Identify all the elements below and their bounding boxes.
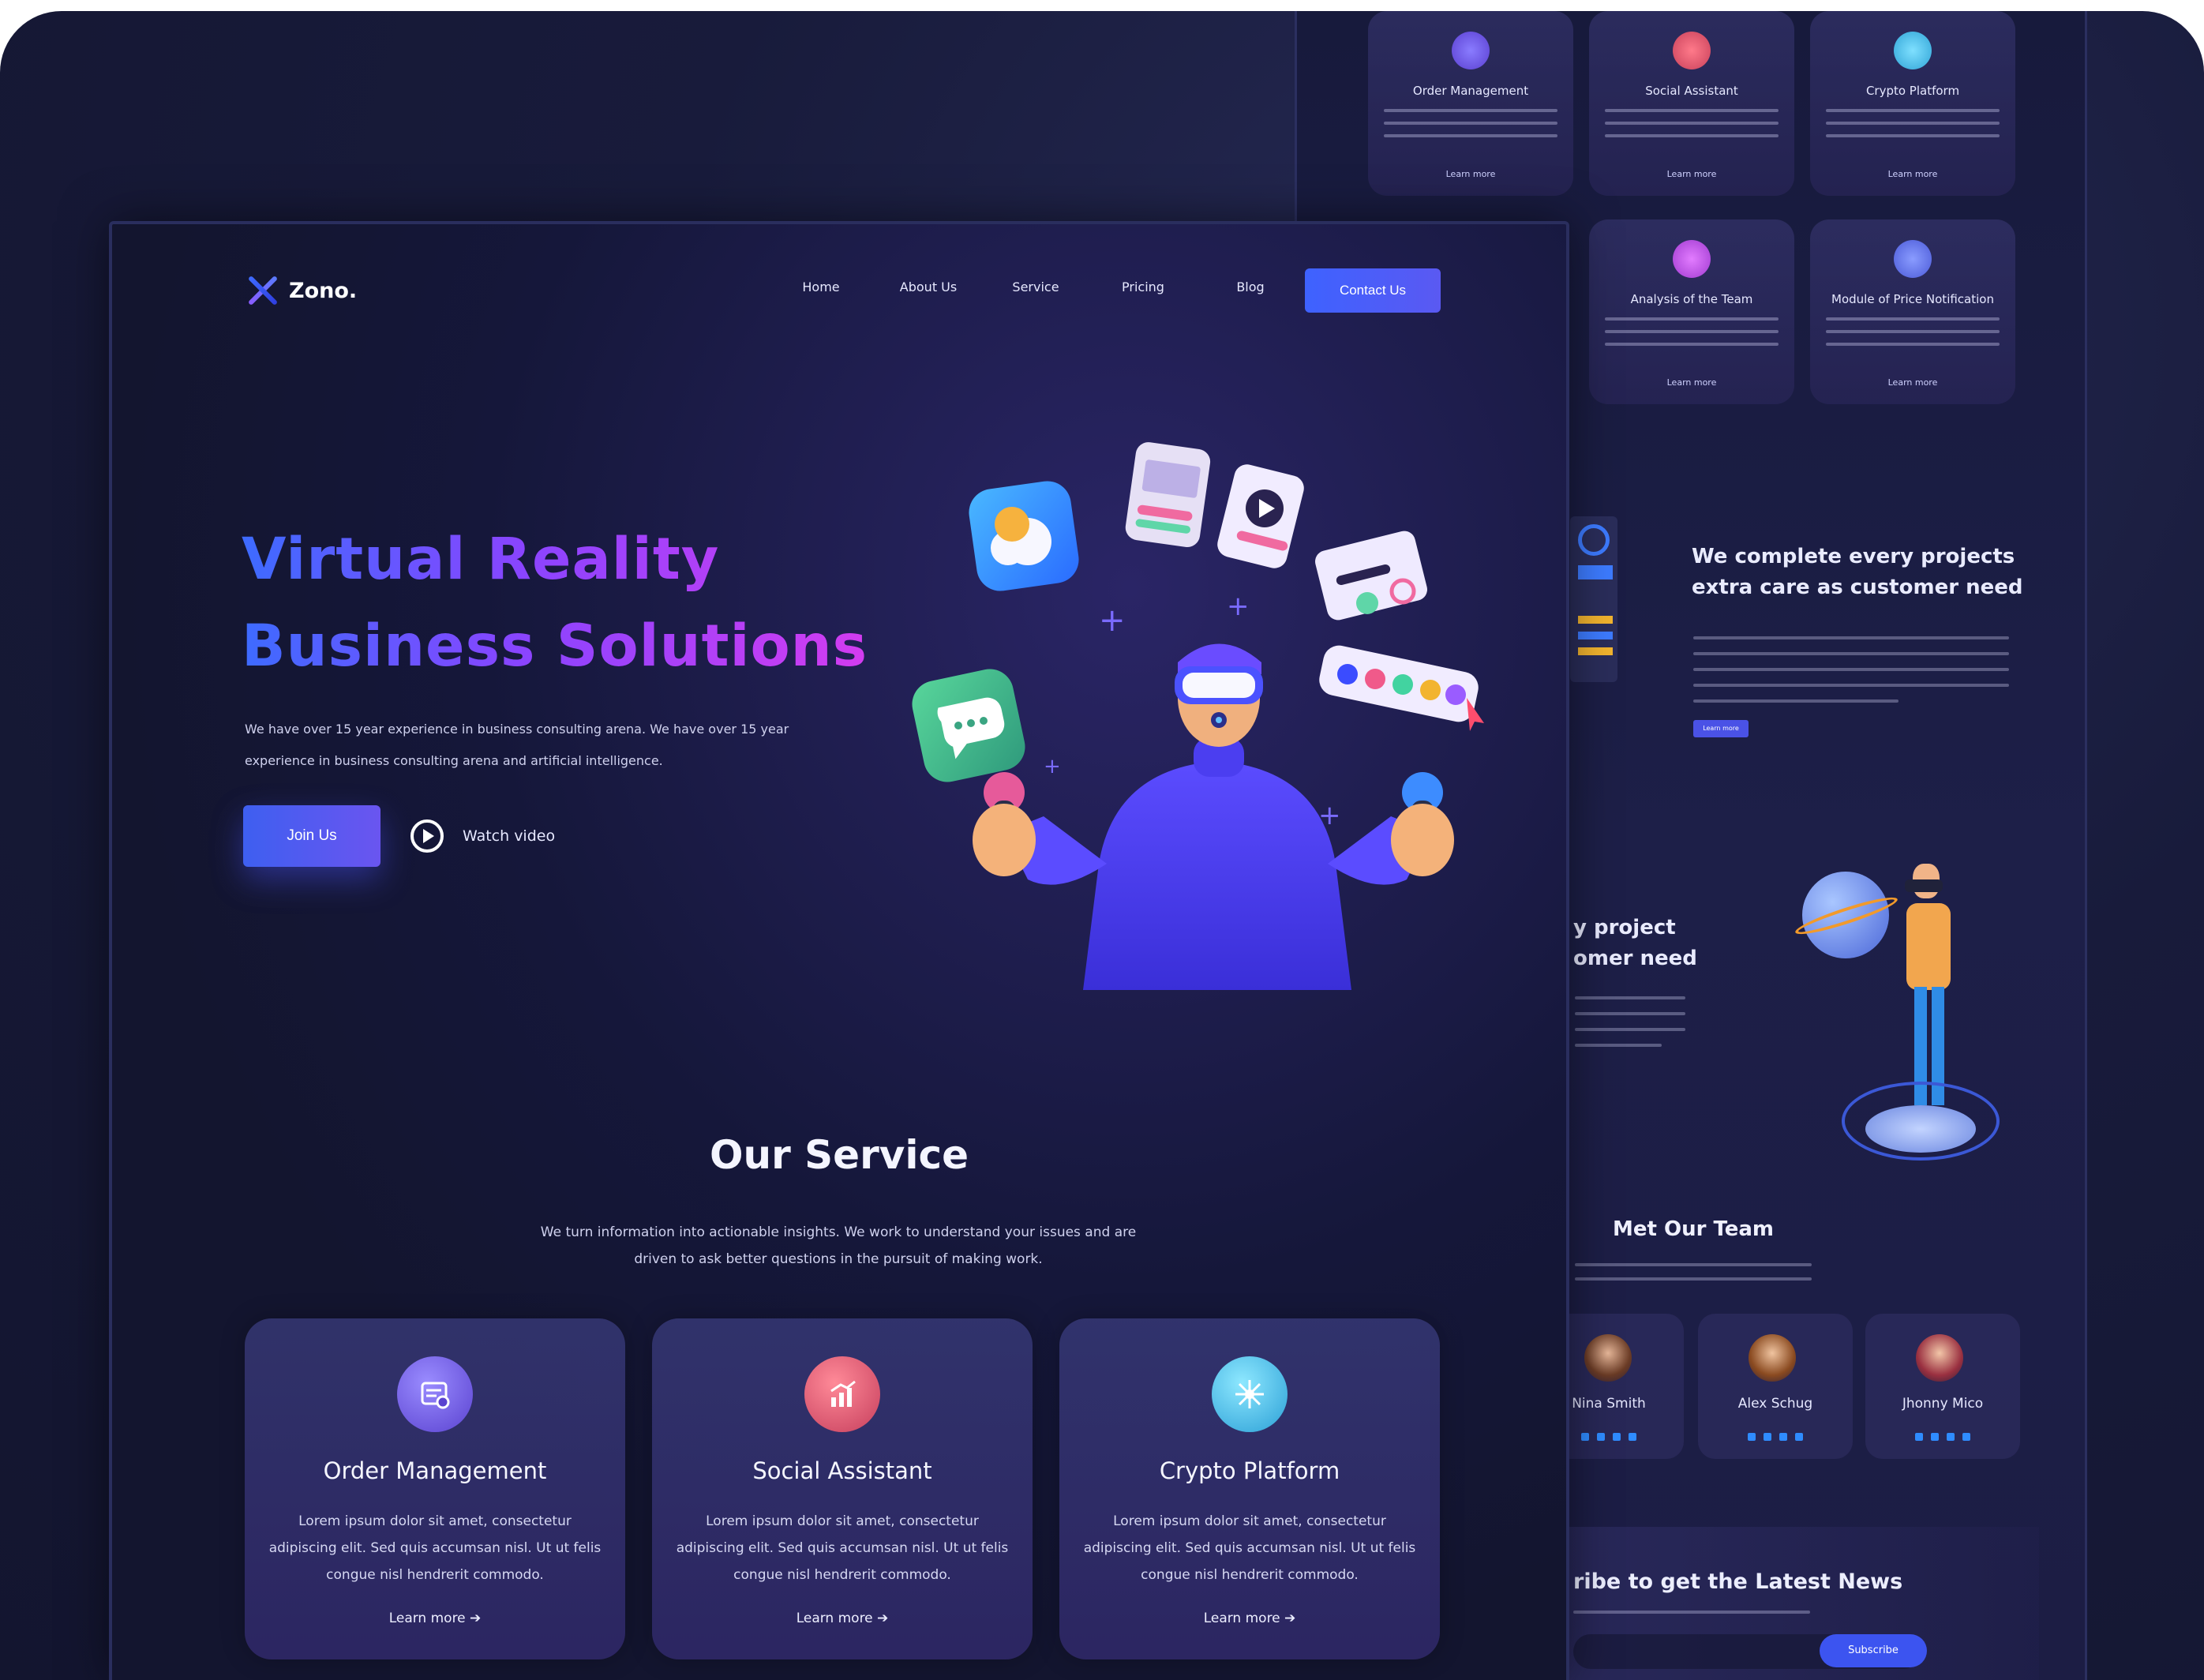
nav-item-home[interactable]: Home: [767, 279, 875, 294]
avatar: [1916, 1334, 1963, 1382]
bg-card-title: Module of Price Notification: [1831, 292, 1994, 306]
brand-name: Zono.: [289, 278, 358, 303]
service-card-text: Lorem ipsum dolor sit amet, consectetur …: [268, 1513, 602, 1583]
service-card-text: Lorem ipsum dolor sit amet, consectetur …: [676, 1513, 1009, 1583]
nav-item-service[interactable]: Service: [982, 279, 1089, 294]
bg-service-card[interactable]: Module of Price Notification Learn more: [1810, 219, 2015, 404]
team-title: Met Our Team: [1613, 1217, 1775, 1241]
subscribe-button[interactable]: Subscribe: [1820, 1634, 1927, 1667]
watch-video-link[interactable]: Watch video: [410, 819, 555, 853]
join-us-button[interactable]: Join Us: [243, 805, 380, 867]
bg-card-link[interactable]: Learn more: [1810, 377, 2015, 388]
bg-service-card[interactable]: Social Assistant Learn more: [1589, 11, 1794, 196]
svg-text:+: +: [1227, 591, 1250, 622]
chart-icon: [1673, 32, 1711, 69]
network-icon: [1894, 32, 1932, 69]
hero-title: Virtual Reality Business Solutions: [242, 516, 868, 690]
main-nav: Home About Us Service Pricing Blog: [767, 279, 1304, 294]
service-card-title: Social Assistant: [752, 1457, 932, 1484]
bg-card-link[interactable]: Learn more: [1810, 169, 2015, 179]
vr-user-illustration: [1755, 848, 2007, 1164]
avatar: [1584, 1334, 1632, 1382]
feature-heading: We complete every projects extra care as…: [1692, 545, 2023, 599]
order-icon: [1452, 32, 1490, 69]
service-card-title: Crypto Platform: [1159, 1457, 1340, 1484]
order-icon: [397, 1356, 473, 1432]
service-card-title: Order Management: [323, 1457, 547, 1484]
bg-service-card[interactable]: Order Management Learn more: [1368, 11, 1573, 196]
logo-x-icon: [245, 273, 279, 308]
service-card-text: Lorem ipsum dolor sit amet, consectetur …: [1083, 1513, 1416, 1583]
play-icon: [410, 819, 444, 853]
brand-logo[interactable]: Zono.: [245, 273, 357, 308]
service-title: Our Service: [709, 1132, 969, 1178]
vr-person-graphic: + + + +: [912, 442, 1484, 990]
svg-text:+: +: [1099, 602, 1126, 639]
social-links[interactable]: [1865, 1429, 2020, 1444]
service-card[interactable]: Crypto Platform Lorem ipsum dolor sit am…: [1059, 1318, 1440, 1659]
chart-icon: [804, 1356, 880, 1432]
side-widget: [1570, 516, 1617, 682]
bg-card-title: Social Assistant: [1645, 84, 1738, 98]
price-icon: [1894, 240, 1932, 278]
analysis-icon: [1673, 240, 1711, 278]
landing-page: Zono. Home About Us Service Pricing Blog…: [109, 221, 1569, 1680]
service-card[interactable]: Order Management Lorem ipsum dolor sit a…: [245, 1318, 625, 1659]
bg-card-link[interactable]: Learn more: [1368, 169, 1573, 179]
arrow-right-icon: ➔: [1284, 1611, 1296, 1626]
bg-service-card[interactable]: Crypto Platform Learn more: [1810, 11, 2015, 196]
svg-text:+: +: [1044, 755, 1061, 778]
service-card[interactable]: Social Assistant Lorem ipsum dolor sit a…: [652, 1318, 1033, 1659]
bg-card-title: Crypto Platform: [1865, 84, 1960, 98]
service-description: We turn information into actionable insi…: [540, 1224, 1137, 1267]
arrow-right-icon: ➔: [877, 1611, 889, 1626]
bg-service-card[interactable]: Analysis of the Team Learn more: [1589, 219, 1794, 404]
contact-us-button[interactable]: Contact Us: [1305, 268, 1441, 313]
hero-description: We have over 15 year experience in busin…: [245, 722, 789, 768]
learn-more-link[interactable]: Learn more ➔: [1059, 1611, 1440, 1626]
newsletter-section: ribe to get the Latest News Subscribe: [1534, 1527, 2039, 1680]
network-icon: [1212, 1356, 1288, 1432]
learn-more-link[interactable]: Learn more ➔: [245, 1611, 625, 1626]
nav-item-about[interactable]: About Us: [875, 279, 982, 294]
team-card[interactable]: Alex Schug: [1698, 1314, 1853, 1459]
feature2-heading: y project omer need: [1573, 916, 1697, 970]
feature-button[interactable]: Learn more: [1693, 720, 1749, 737]
team-card[interactable]: Jhonny Mico: [1865, 1314, 2020, 1459]
vr-hero-illustration: + + + +: [909, 422, 1566, 1022]
watch-video-label: Watch video: [463, 827, 556, 845]
team-member-name: Jhonny Mico: [1902, 1396, 1984, 1412]
arrow-right-icon: ➔: [470, 1611, 482, 1626]
bg-card-title: Analysis of the Team: [1630, 292, 1753, 306]
nav-item-blog[interactable]: Blog: [1197, 279, 1304, 294]
team-member-name: Alex Schug: [1737, 1396, 1813, 1412]
learn-more-link[interactable]: Learn more ➔: [652, 1611, 1033, 1626]
bg-card-link[interactable]: Learn more: [1589, 169, 1794, 179]
bg-card-link[interactable]: Learn more: [1589, 377, 1794, 388]
newsletter-title: ribe to get the Latest News: [1573, 1569, 1903, 1594]
avatar: [1749, 1334, 1796, 1382]
nav-item-pricing[interactable]: Pricing: [1089, 279, 1197, 294]
social-links[interactable]: [1698, 1429, 1853, 1444]
hero-title-line2: Business Solutions: [242, 603, 868, 690]
app-window: Order Management Learn more Social Assis…: [0, 11, 2204, 1680]
hero-title-line1: Virtual Reality: [242, 516, 868, 603]
bg-card-title: Order Management: [1412, 84, 1529, 98]
